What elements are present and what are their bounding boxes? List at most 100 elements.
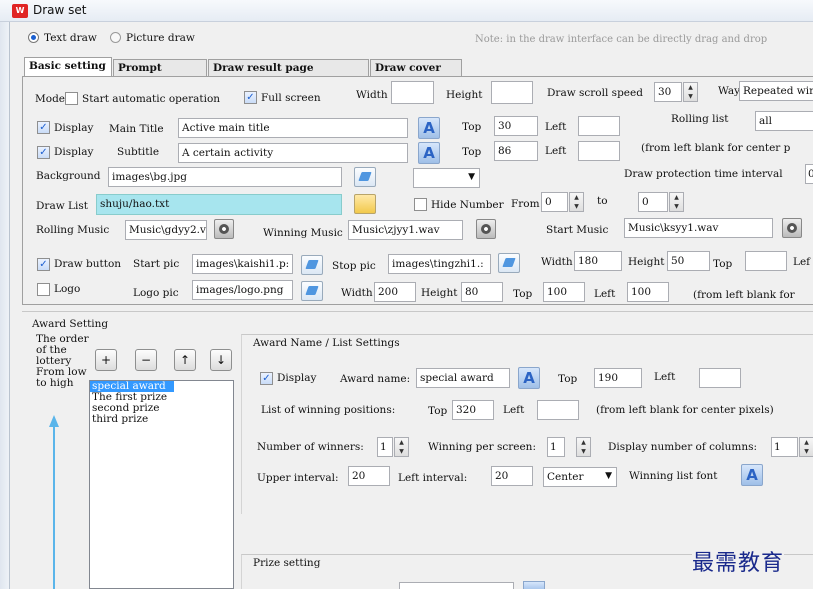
winners-count-spinner[interactable]: ▲ ▼ [394, 437, 409, 457]
award-setting-label: Award Setting [32, 318, 109, 330]
start-music-input[interactable]: Music\ksyy1.wav [624, 218, 773, 238]
left-interval-input[interactable]: 20 [491, 466, 533, 486]
folder-icon[interactable] [354, 194, 376, 214]
positions-left-input[interactable] [537, 400, 579, 420]
scroll-speed-spinner[interactable]: ▲ ▼ [683, 82, 698, 102]
stop-pic-input[interactable]: images\tingzhi1.: [388, 254, 491, 274]
logo-top-label: Top [513, 288, 533, 300]
window-title: Draw set [33, 3, 87, 17]
prize-partial-input[interactable] [399, 582, 514, 589]
main-title-top-input[interactable]: 30 [494, 116, 538, 136]
start-music-icon[interactable] [782, 218, 802, 238]
to-spinner[interactable]: ▲ ▼ [669, 192, 684, 212]
main-title-left-input[interactable] [578, 116, 620, 136]
logo-height-input[interactable]: 80 [461, 282, 503, 302]
award-name-font-button[interactable]: A [518, 367, 540, 389]
draw-button-height-input[interactable]: 50 [667, 251, 710, 271]
move-up-button[interactable]: ↑ [174, 349, 196, 371]
logo-pic-browse-icon[interactable] [301, 281, 323, 301]
upper-interval-input[interactable]: 20 [348, 466, 390, 486]
award-left-input[interactable] [699, 368, 741, 388]
background-browse-icon[interactable] [354, 167, 376, 187]
positions-top-label: Top [428, 405, 448, 417]
winning-music-icon[interactable] [476, 219, 496, 239]
subtitle-font-button[interactable]: A [418, 142, 440, 164]
alignment-select[interactable]: Center ▼ [543, 467, 617, 487]
main-title-display-checkbox[interactable]: ✓ [37, 121, 50, 134]
rolling-music-icon[interactable] [214, 219, 234, 239]
chevron-down-icon: ▼ [605, 471, 612, 481]
height-field[interactable] [491, 81, 533, 104]
scroll-speed-field[interactable]: 30 [654, 82, 682, 102]
radio-picture-draw-label[interactable]: Picture draw [126, 30, 195, 46]
radio-text-draw[interactable] [28, 32, 39, 43]
radio-text-draw-label[interactable]: Text draw [44, 30, 97, 46]
winning-music-input[interactable]: Music\zjyy1.wav [348, 220, 463, 240]
positions-top-input[interactable]: 320 [452, 400, 494, 420]
from-input[interactable]: 0 [541, 192, 568, 212]
logo-pic-input[interactable]: images/logo.png [192, 280, 293, 300]
list-item[interactable]: third prize [90, 414, 233, 425]
tab-prompt-setting[interactable]: Prompt setting [113, 59, 207, 88]
auto-operation-checkbox[interactable] [65, 92, 78, 105]
subtitle-left-input[interactable] [578, 141, 620, 161]
positions-left-label: Left [503, 404, 525, 416]
draw-button-checkbox[interactable]: ✓ [37, 258, 50, 271]
logo-height-label: Height [421, 287, 458, 299]
draw-button-width-input[interactable]: 180 [574, 251, 622, 271]
main-title-input[interactable]: Active main title [178, 118, 408, 138]
tab-basic-setting[interactable]: Basic setting [24, 57, 112, 76]
draw-button-top-input[interactable] [745, 251, 787, 271]
per-screen-input[interactable]: 1 [547, 437, 565, 457]
background-label: Background [36, 170, 101, 182]
award-setting-separator [22, 311, 813, 312]
alignment-value: Center [547, 471, 584, 483]
logo-checkbox[interactable] [37, 283, 50, 296]
rolling-music-input[interactable]: Music\gdyy2.v [125, 220, 207, 240]
columns-input[interactable]: 1 [771, 437, 798, 457]
logo-left-input[interactable]: 100 [627, 282, 669, 302]
subtitle-top-input[interactable]: 86 [494, 141, 538, 161]
main-title-font-button[interactable]: A [418, 117, 440, 139]
stop-pic-browse-icon[interactable] [498, 253, 520, 273]
award-display-checkbox[interactable]: ✓ [260, 372, 273, 385]
rolling-list-select[interactable]: all [755, 111, 813, 131]
award-name-input[interactable]: special award [416, 368, 510, 388]
award-list[interactable]: special award The first prize second pri… [89, 380, 234, 589]
hide-number-checkbox[interactable] [414, 198, 427, 211]
way-select[interactable]: Repeated wir [739, 81, 813, 101]
background-input[interactable]: images\bg.jpg [108, 167, 342, 187]
remove-award-button[interactable]: − [135, 349, 157, 371]
award-top-input[interactable]: 190 [594, 368, 642, 388]
columns-spinner[interactable]: ▲ ▼ [799, 437, 813, 457]
draw-list-input[interactable]: shuju/hao.txt [96, 194, 342, 215]
logo-top-input[interactable]: 100 [543, 282, 585, 302]
winners-count-input[interactable]: 1 [377, 437, 393, 457]
logo-width-input[interactable]: 200 [374, 282, 416, 302]
subtitle-input[interactable]: A certain activity [178, 143, 408, 163]
award-name-group [241, 334, 813, 514]
start-pic-browse-icon[interactable] [301, 255, 323, 275]
to-label: to [597, 195, 608, 207]
prize-partial-font-button[interactable] [523, 581, 545, 589]
per-screen-spinner[interactable]: ▲ ▼ [576, 437, 591, 457]
logo-width-label: Width [341, 287, 373, 299]
from-spinner[interactable]: ▲ ▼ [569, 192, 584, 212]
move-down-button[interactable]: ↓ [210, 349, 232, 371]
rolling-music-label: Rolling Music [36, 224, 110, 236]
radio-picture-draw[interactable] [110, 32, 121, 43]
per-screen-label: Winning per screen: [428, 441, 536, 453]
width-field[interactable] [391, 81, 434, 104]
to-input[interactable]: 0 [638, 192, 668, 212]
start-pic-input[interactable]: images\kaishi1.p: [192, 254, 293, 274]
protection-interval-input[interactable]: 0 [805, 164, 813, 184]
logo-left-label: Left [594, 288, 616, 300]
tab-draw-result-page[interactable]: Draw result page settings [208, 59, 369, 88]
tab-draw-cover[interactable]: Draw cover set [370, 59, 462, 88]
draw-button-label: Draw button [54, 258, 122, 270]
extra-select[interactable]: ▼ [413, 168, 480, 188]
add-award-button[interactable]: + [95, 349, 117, 371]
winning-list-font-button[interactable]: A [741, 464, 763, 486]
subtitle-display-checkbox[interactable]: ✓ [37, 146, 50, 159]
full-screen-checkbox[interactable]: ✓ [244, 91, 257, 104]
